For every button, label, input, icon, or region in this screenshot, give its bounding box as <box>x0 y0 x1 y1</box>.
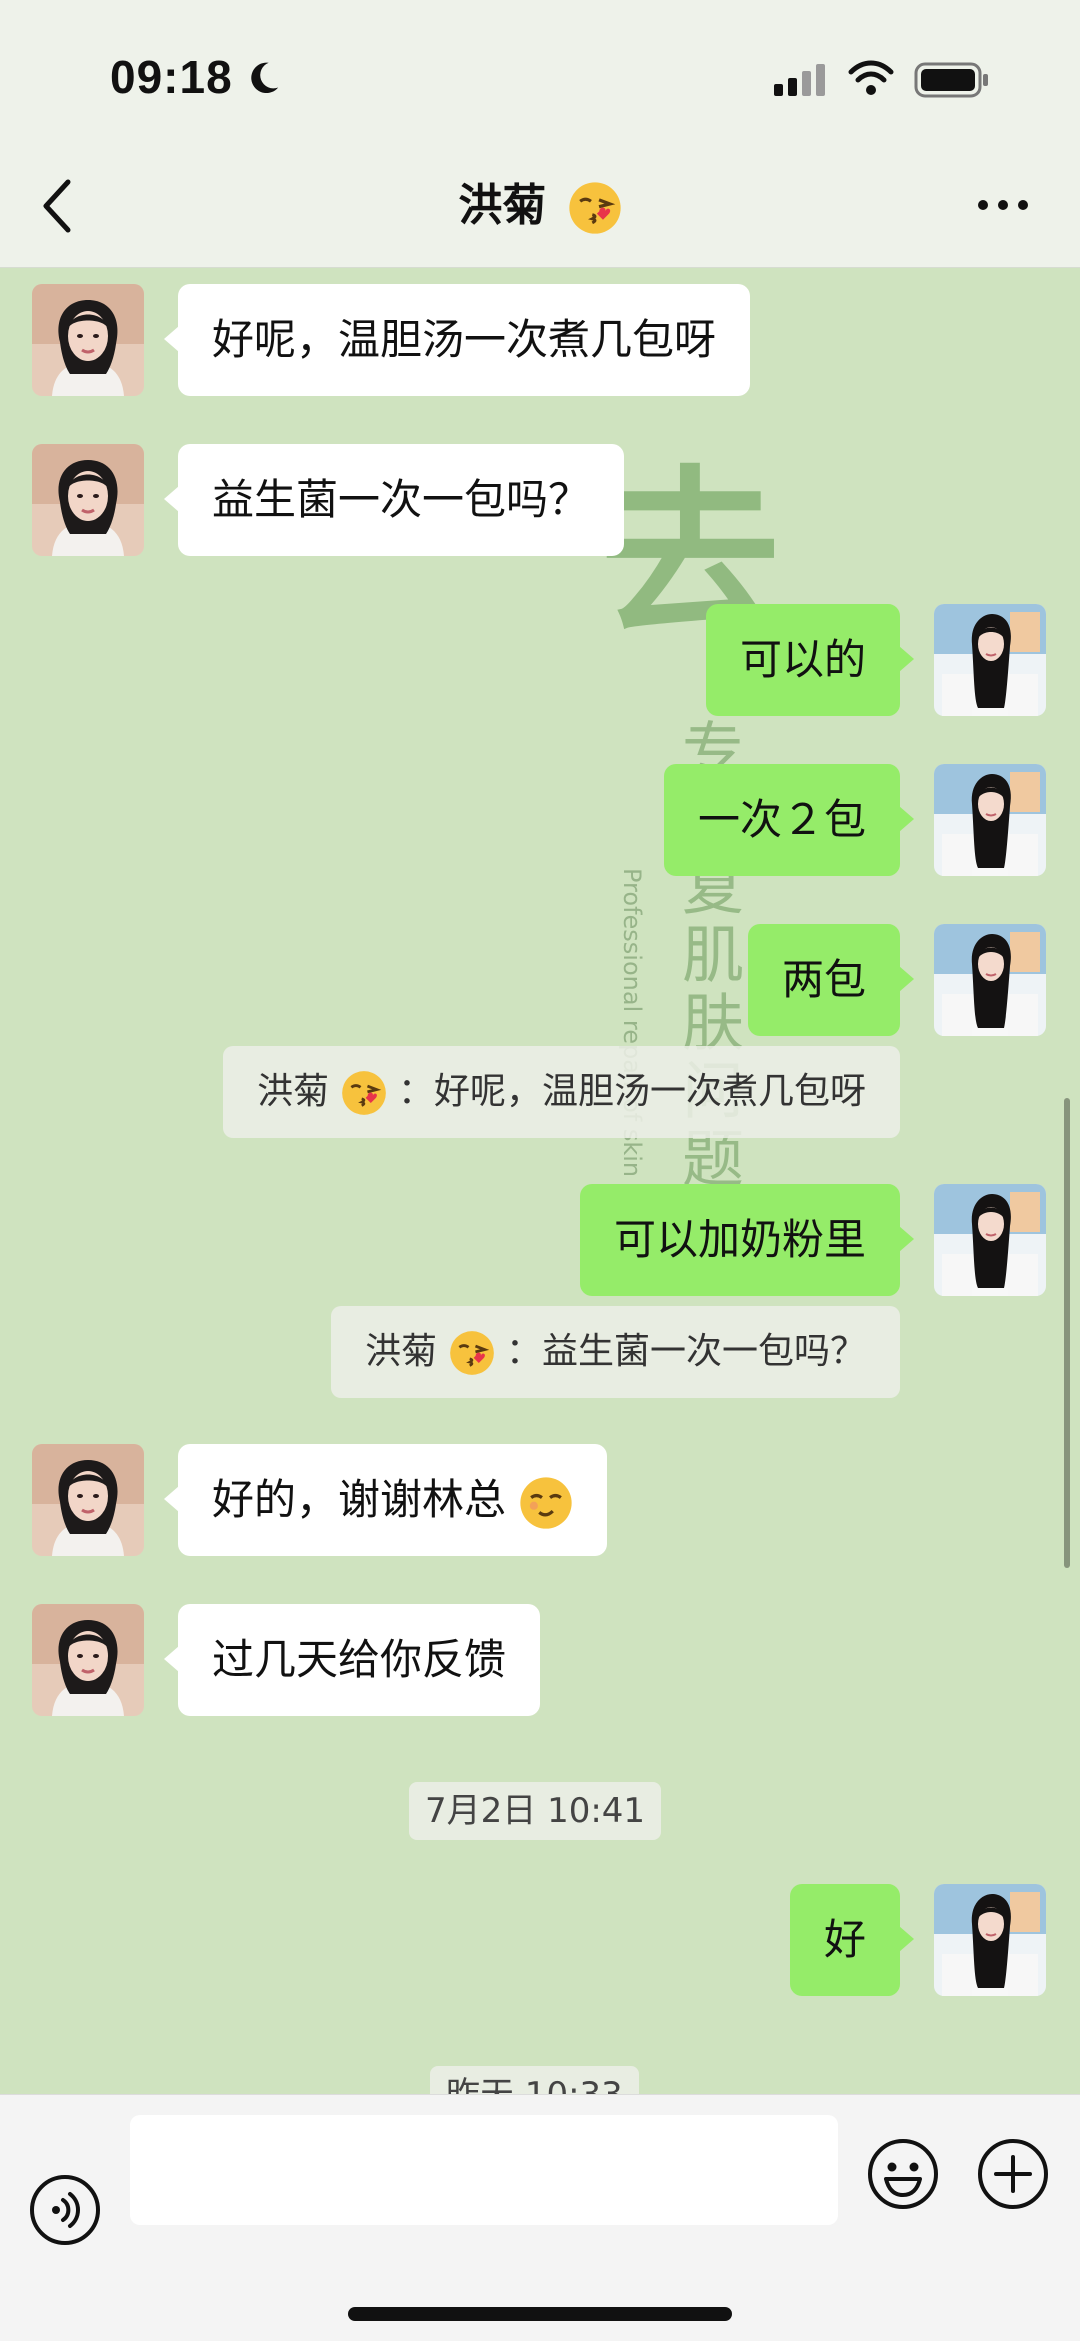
avatar[interactable] <box>32 284 144 396</box>
avatar[interactable] <box>32 444 144 556</box>
status-time: 09:18 <box>110 51 233 103</box>
moon-icon <box>251 62 279 94</box>
avatar[interactable] <box>32 1604 144 1716</box>
message-input[interactable] <box>130 2115 838 2225</box>
message-bubble[interactable]: 好 <box>789 1884 915 1996</box>
message-bubble[interactable]: 两包 <box>747 924 915 1036</box>
wifi-icon <box>848 60 894 95</box>
top-bar: 09:18 洪菊 <box>0 0 1080 268</box>
avatar[interactable] <box>32 1444 144 1556</box>
message-bubble[interactable]: 一次２包 <box>663 764 915 876</box>
more-icon[interactable] <box>976 198 1030 212</box>
chat-title[interactable]: 洪菊 <box>0 176 1080 236</box>
message-bubble[interactable]: 好的，谢谢林总 <box>163 1444 608 1556</box>
timestamp: 昨天 10:33 <box>430 2066 639 2094</box>
chat-title-text: 洪菊 <box>458 180 547 231</box>
smirk-face-icon <box>519 1476 573 1530</box>
message-bubble[interactable]: 可以加奶粉里 <box>579 1184 915 1296</box>
battery-icon <box>914 62 988 98</box>
voice-icon[interactable] <box>28 2173 102 2247</box>
emoji-icon[interactable] <box>866 2137 940 2211</box>
message-text: 好的，谢谢林总 <box>212 1475 507 1524</box>
message-bubble[interactable]: 过几天给你反馈 <box>163 1604 541 1716</box>
home-indicator <box>348 2307 732 2321</box>
avatar[interactable] <box>934 1884 1046 1996</box>
chat-area[interactable]: 去 专修复肌肤问题 Professional repair of skin pr… <box>0 268 1080 2094</box>
quoted-message[interactable]: 洪菊 ：益生菌一次一包吗？ <box>331 1306 900 1398</box>
kissing-face-icon <box>568 181 622 235</box>
timestamp: 7月2日 10:41 <box>409 1782 662 1840</box>
signal-icon <box>774 64 825 96</box>
quote-text: ：好呢，温胆汤一次煮几包呀 <box>397 1071 866 1112</box>
avatar[interactable] <box>934 924 1046 1036</box>
avatar[interactable] <box>934 1184 1046 1296</box>
quote-name: 洪菊 <box>257 1071 330 1112</box>
kissing-face-icon <box>341 1070 387 1116</box>
quote-text: ：益生菌一次一包吗？ <box>505 1331 866 1372</box>
avatar[interactable] <box>934 764 1046 876</box>
quoted-message[interactable]: 洪菊 ：好呢，温胆汤一次煮几包呀 <box>223 1046 900 1138</box>
scrollbar[interactable] <box>1064 1098 1070 1568</box>
avatar[interactable] <box>934 604 1046 716</box>
message-bubble[interactable]: 益生菌一次一包吗？ <box>163 444 625 556</box>
quote-name: 洪菊 <box>365 1331 438 1372</box>
plus-icon[interactable] <box>976 2137 1050 2211</box>
message-bubble[interactable]: 可以的 <box>705 604 915 716</box>
kissing-face-icon <box>449 1330 495 1376</box>
message-bubble[interactable]: 好呢，温胆汤一次煮几包呀 <box>163 284 751 396</box>
input-bar <box>0 2094 1080 2341</box>
